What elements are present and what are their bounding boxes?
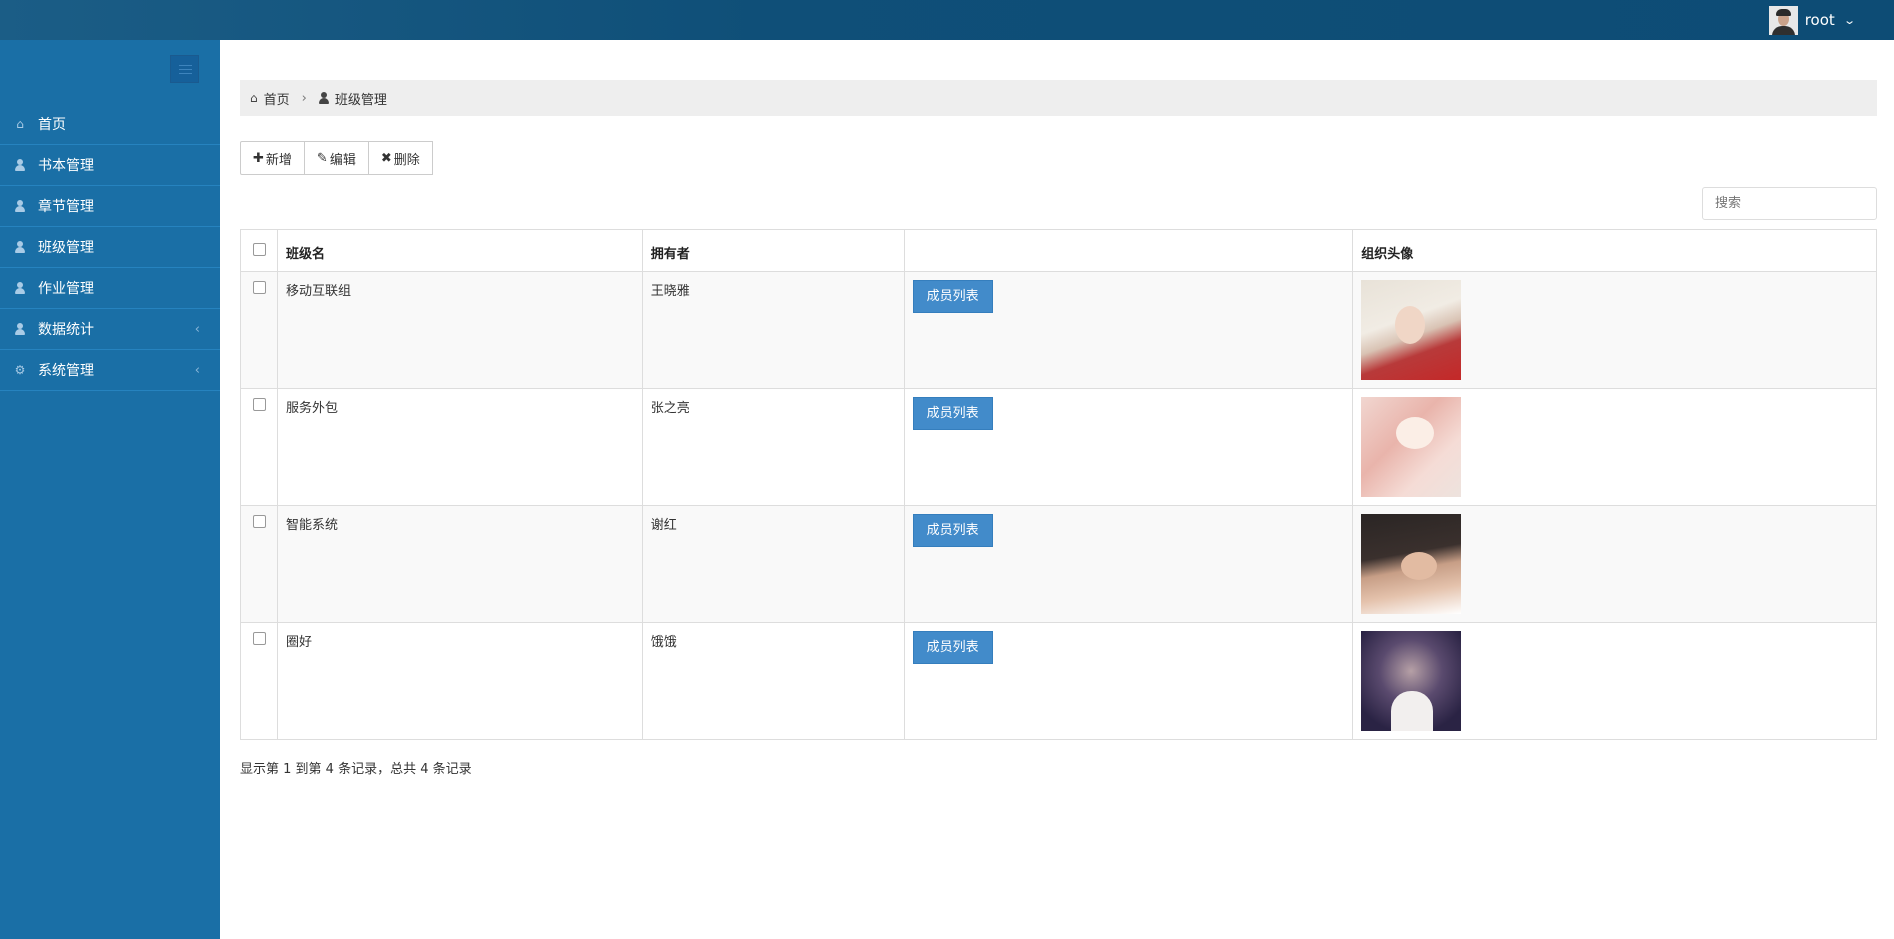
owner-cell: 谢红 <box>641 505 905 623</box>
select-all-checkbox[interactable] <box>253 243 266 256</box>
organization-avatar <box>1361 397 1462 497</box>
organization-avatar <box>1361 514 1462 614</box>
sidebar-item-label: 系统管理 <box>38 363 94 379</box>
sidebar-item-system[interactable]: ⚙ 系统管理 ‹ <box>0 350 220 391</box>
add-button-label: 新增 <box>265 152 292 168</box>
sidebar-item-label: 章节管理 <box>38 199 94 215</box>
sidebar-item-books[interactable]: 书本管理 <box>0 145 220 186</box>
sidebar-item-label: 数据统计 <box>38 322 94 338</box>
chevron-left-icon: ‹ <box>194 321 200 337</box>
sidebar-item-chapters[interactable]: 章节管理 <box>0 186 220 227</box>
table-row[interactable]: 移动互联组 王晓雅 成员列表 <box>240 271 1877 389</box>
delete-button-label: 删除 <box>393 152 420 168</box>
close-icon: ✖ <box>380 150 392 166</box>
table-header-row: 班级名 拥有者 组织头像 <box>240 229 1877 272</box>
edit-button-label: 编辑 <box>329 152 356 168</box>
username: root <box>1804 11 1835 29</box>
sidebar: ⌂ 首页 书本管理 章节管理 班级管理 作业管理 数据统计 ‹ ⚙ 系统管理 ‹ <box>0 40 220 939</box>
top-navbar: root ⌄ <box>0 0 1894 40</box>
user-icon <box>13 158 27 172</box>
home-icon: ⌂ <box>250 91 258 105</box>
user-icon <box>13 281 27 295</box>
column-header-avatar[interactable]: 组织头像 <box>1352 229 1877 272</box>
member-list-button[interactable]: 成员列表 <box>912 631 993 664</box>
home-icon: ⌂ <box>16 117 24 131</box>
column-header-class-name[interactable]: 班级名 <box>276 229 643 272</box>
plus-icon: ✚ <box>253 150 264 166</box>
table-row[interactable]: 圈好 饿饿 成员列表 <box>240 622 1877 740</box>
member-list-button[interactable]: 成员列表 <box>912 514 993 547</box>
select-all-cell <box>240 229 278 272</box>
add-button[interactable]: ✚ 新增 <box>240 141 305 175</box>
chevron-left-icon: ‹ <box>194 362 200 378</box>
user-avatar <box>1768 5 1798 35</box>
sidebar-item-label: 作业管理 <box>38 281 94 297</box>
delete-button[interactable]: ✖ 删除 <box>367 141 433 175</box>
sidebar-item-homework[interactable]: 作业管理 <box>0 268 220 309</box>
edit-button[interactable]: ✎ 编辑 <box>303 141 369 175</box>
owner-cell: 饿饿 <box>641 622 905 740</box>
breadcrumb-separator: › <box>301 90 307 106</box>
toolbar: ✚ 新增 ✎ 编辑 ✖ 删除 <box>240 141 433 175</box>
class-name-cell: 移动互联组 <box>276 271 643 389</box>
organization-avatar <box>1361 280 1462 380</box>
cogs-icon: ⚙ <box>14 363 26 377</box>
organization-avatar <box>1361 631 1462 731</box>
breadcrumb-current: 班级管理 <box>334 92 387 108</box>
owner-cell: 张之亮 <box>641 388 905 506</box>
class-name-cell: 圈好 <box>276 622 643 740</box>
table-row[interactable]: 智能系统 谢红 成员列表 <box>240 505 1877 623</box>
sidebar-item-statistics[interactable]: 数据统计 ‹ <box>0 309 220 350</box>
breadcrumb-home[interactable]: 首页 <box>264 89 290 108</box>
chevron-down-icon: ⌄ <box>1842 13 1856 27</box>
pagination-info: 显示第 1 到第 4 条记录，总共 4 条记录 <box>240 762 472 777</box>
sidebar-item-label: 首页 <box>38 117 66 133</box>
column-header-owner[interactable]: 拥有者 <box>641 229 905 272</box>
owner-cell: 王晓雅 <box>641 271 905 389</box>
sidebar-item-label: 书本管理 <box>38 158 94 174</box>
sidebar-item-home[interactable]: ⌂ 首页 <box>0 104 220 145</box>
class-table: 班级名 拥有者 组织头像 移动互联组 王晓雅 成员列表 服务外包 张之亮 成员列… <box>240 229 1877 740</box>
breadcrumb: ⌂ 首页 › 班级管理 <box>240 80 1877 116</box>
row-checkbox[interactable] <box>253 398 266 411</box>
table-row[interactable]: 服务外包 张之亮 成员列表 <box>240 388 1877 506</box>
user-icon <box>318 92 329 104</box>
user-menu[interactable]: root ⌄ <box>1768 5 1856 35</box>
search-input[interactable] <box>1702 187 1877 220</box>
row-checkbox[interactable] <box>253 515 266 528</box>
user-icon <box>13 240 27 254</box>
member-list-button[interactable]: 成员列表 <box>912 280 993 313</box>
sidebar-item-classes[interactable]: 班级管理 <box>0 227 220 268</box>
column-header-actions <box>903 229 1353 272</box>
sidebar-menu: ⌂ 首页 书本管理 章节管理 班级管理 作业管理 数据统计 ‹ ⚙ 系统管理 ‹ <box>0 104 220 391</box>
class-name-cell: 智能系统 <box>276 505 643 623</box>
class-name-cell: 服务外包 <box>276 388 643 506</box>
user-icon <box>13 322 27 336</box>
member-list-button[interactable]: 成员列表 <box>912 397 993 430</box>
row-checkbox[interactable] <box>253 281 266 294</box>
pencil-icon: ✎ <box>316 150 328 166</box>
user-icon <box>13 199 27 213</box>
menu-toggle-icon[interactable] <box>170 55 199 83</box>
row-checkbox[interactable] <box>253 632 266 645</box>
sidebar-item-label: 班级管理 <box>38 240 94 256</box>
